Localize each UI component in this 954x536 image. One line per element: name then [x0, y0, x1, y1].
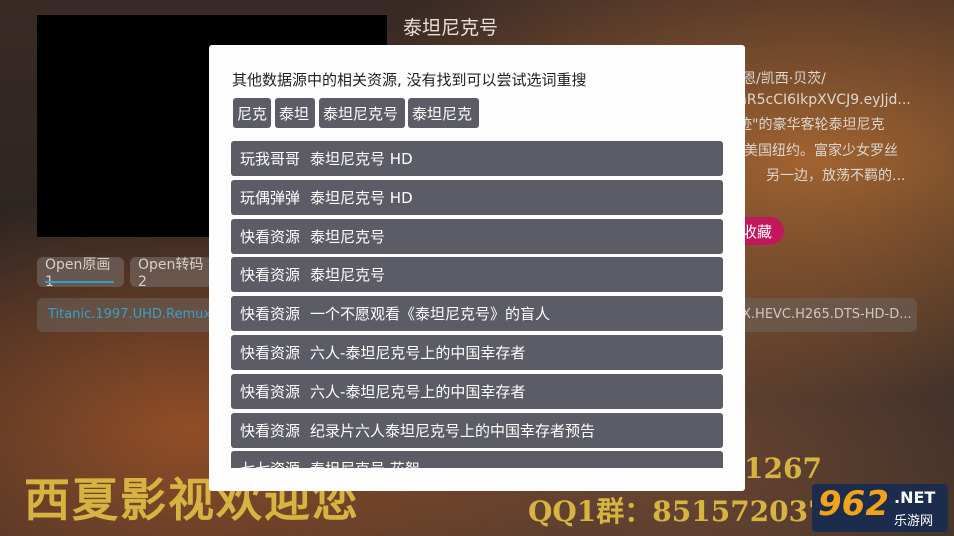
result-item[interactable]: 玩偶弹弹 泰坦尼克号 HD: [231, 179, 723, 215]
tab-source-1[interactable]: Open原画1: [37, 257, 124, 290]
result-source: 快看资源: [240, 343, 301, 362]
movie-title: 泰坦尼克号: [403, 17, 499, 39]
result-source: 快看资源: [240, 421, 301, 440]
result-list[interactable]: 玩我哥哥 泰坦尼克号 HD 玩偶弹弹 泰坦尼克号 HD 快看资源 泰坦尼克号 快…: [231, 141, 723, 468]
token-info: hR5cCI6IkpXVCJ9.eyJjd...: [738, 92, 911, 108]
result-item[interactable]: 七七资源 泰坦尼克号 花絮: [231, 451, 723, 468]
qq-group: QQ1群：851572037: [528, 495, 828, 528]
synopsis-line-1: 迹"的豪华客轮泰坦尼克: [738, 117, 885, 133]
result-item[interactable]: 快看资源 泰坦尼克号: [231, 257, 723, 293]
logo-number: 962: [818, 484, 889, 524]
file-name-right: X.HEVC.H265.DTS-HD-D...: [742, 307, 912, 322]
tab-source-2[interactable]: Open转码2: [130, 257, 212, 290]
result-item[interactable]: 玩我哥哥 泰坦尼克号 HD: [231, 141, 723, 176]
synopsis-line-3: 另一边，放荡不羁的...: [766, 168, 906, 184]
result-source: 玩偶弹弹: [240, 188, 301, 207]
result-item[interactable]: 快看资源 六人-泰坦尼克号上的中国幸存者: [231, 373, 723, 409]
tab-source-2-label: Open转码2: [138, 257, 204, 290]
result-source: 快看资源: [240, 227, 301, 246]
site-logo: 962 .NET 乐游网: [812, 484, 948, 532]
result-title: 六人-泰坦尼克号上的中国幸存者: [310, 343, 526, 362]
result-title: 六人-泰坦尼克号上的中国幸存者: [310, 382, 526, 401]
result-title: 泰坦尼克号 花絮: [310, 458, 420, 468]
dialog-message: 其他数据源中的相关资源, 没有找到可以尝试选词重搜: [232, 71, 587, 89]
result-source: 快看资源: [240, 382, 301, 401]
keyword-chip[interactable]: 泰坦: [275, 98, 315, 128]
result-item[interactable]: 快看资源 一个不愿观看《泰坦尼克号》的盲人: [231, 296, 723, 332]
tab-source-1-label: Open原画1: [45, 257, 111, 290]
keyword-chip[interactable]: 泰坦尼克: [408, 98, 479, 128]
result-source: 七七资源: [240, 458, 300, 468]
result-source: 快看资源: [240, 305, 301, 324]
result-source: 玩我哥哥: [240, 150, 301, 168]
result-title: 泰坦尼克号 HD: [310, 150, 413, 168]
result-item[interactable]: 快看资源 纪录片六人泰坦尼克号上的中国幸存者预告: [231, 412, 723, 448]
file-name-left: Titanic.1997.UHD.Remux: [48, 307, 212, 322]
collect-label: 收藏: [741, 222, 772, 241]
qq-number-partial: 1267: [744, 452, 822, 485]
related-resources-dialog: 其他数据源中的相关资源, 没有找到可以尝试选词重搜 尼克 泰坦 泰坦尼克号 泰坦…: [209, 45, 745, 491]
result-item[interactable]: 快看资源 六人-泰坦尼克号上的中国幸存者: [231, 334, 723, 370]
active-tab-indicator: [45, 281, 114, 283]
result-title: 泰坦尼克号: [310, 227, 386, 246]
logo-cn: 乐游网: [894, 514, 934, 529]
result-title: 泰坦尼克号 HD: [310, 188, 413, 207]
result-title: 泰坦尼克号: [310, 266, 386, 285]
logo-net: .NET: [894, 488, 936, 507]
keyword-chip[interactable]: 泰坦尼克号: [319, 98, 405, 128]
cast-info: 恩/凯西·贝茨/: [742, 71, 826, 87]
result-item[interactable]: 快看资源 泰坦尼克号: [231, 218, 723, 254]
result-title: 纪录片六人泰坦尼克号上的中国幸存者预告: [310, 421, 596, 440]
keyword-chip[interactable]: 尼克: [233, 98, 271, 128]
result-source: 快看资源: [240, 266, 301, 285]
result-title: 一个不愿观看《泰坦尼克号》的盲人: [310, 305, 551, 324]
synopsis-line-2: 美国纽约。富家少女罗丝: [744, 143, 898, 159]
